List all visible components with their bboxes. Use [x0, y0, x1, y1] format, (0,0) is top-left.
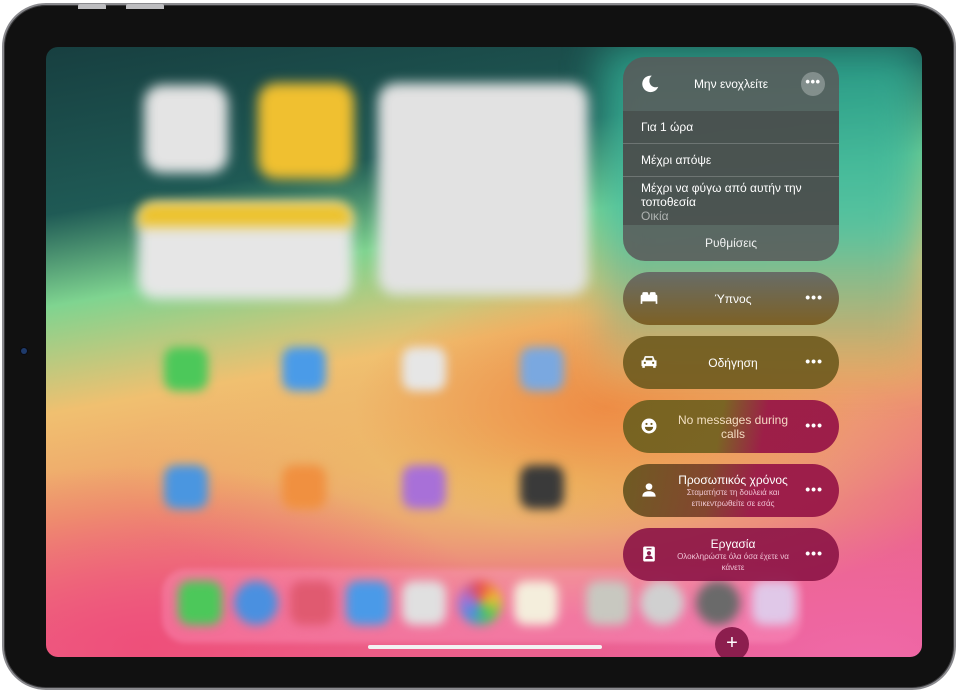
- do-not-disturb-header[interactable]: Μην ενοχλείτε •••: [623, 57, 839, 111]
- focus-mode-subtitle: Ολοκληρώστε όλα όσα έχετε να κάνετε: [677, 551, 789, 572]
- clock-widget: [144, 85, 228, 173]
- focus-mode-sleep[interactable]: Ύπνος •••: [623, 272, 839, 325]
- focus-mode-personal[interactable]: Προσωπικός χρόνος Σταματήστε τη δουλειά …: [623, 464, 839, 517]
- dock-icon-recent-2[interactable]: [640, 581, 684, 625]
- app-icon-facetime[interactable]: [164, 347, 208, 391]
- top-button: [126, 4, 164, 9]
- focus-mode-title: Εργασία: [710, 536, 756, 551]
- dnd-option-until-tonight[interactable]: Μέχρι απόψε: [623, 144, 839, 177]
- more-options-button[interactable]: •••: [805, 290, 823, 304]
- focus-mode-title: Οδήγηση: [708, 355, 758, 370]
- app-icon-files[interactable]: [282, 347, 326, 391]
- mail-widget: [378, 83, 588, 295]
- focus-mode-subtitle: Σταματήστε τη δουλειά και επικεντρωθείτε…: [686, 487, 780, 508]
- person-icon: [642, 483, 656, 497]
- focus-mode-title: Ύπνος: [714, 291, 752, 306]
- notes-widget: [258, 83, 354, 179]
- home-screen: Μην ενοχλείτε ••• Για 1 ώρα Μέχρι απόψε …: [46, 47, 922, 657]
- dnd-option-until-leave-location[interactable]: Μέχρι να φύγω από αυτήν την τοποθεσία Οι…: [623, 177, 839, 225]
- add-focus-button[interactable]: +: [715, 627, 749, 657]
- dock-icon-safari[interactable]: [234, 581, 278, 625]
- more-options-button[interactable]: •••: [805, 354, 823, 368]
- option-label: Μέχρι να φύγω από αυτήν την τοποθεσία: [641, 181, 802, 209]
- dock-icon-music[interactable]: [290, 581, 334, 625]
- option-sublabel: Οικία: [641, 209, 669, 223]
- dnd-option-one-hour[interactable]: Για 1 ώρα: [623, 111, 839, 144]
- focus-mode-work[interactable]: Εργασία Ολοκληρώστε όλα όσα έχετε να κάν…: [623, 528, 839, 581]
- focus-mode-title: No messages during calls: [677, 412, 789, 441]
- more-options-button[interactable]: •••: [805, 546, 823, 560]
- app-icon-books[interactable]: [282, 465, 326, 509]
- focus-mode-driving[interactable]: Οδήγηση •••: [623, 336, 839, 389]
- dock-icon-messages[interactable]: [178, 581, 222, 625]
- focus-mode-title: Προσωπικός χρόνος: [678, 472, 788, 487]
- dock-icon-recent-3[interactable]: [752, 581, 796, 625]
- id-badge-icon: [643, 546, 655, 562]
- dock-icon-recent-1[interactable]: [586, 581, 630, 625]
- more-options-button[interactable]: •••: [801, 72, 825, 96]
- front-camera: [21, 348, 27, 354]
- top-button: [78, 4, 106, 9]
- app-icon-podcasts[interactable]: [402, 465, 446, 509]
- dock-icon-photos[interactable]: [458, 581, 502, 625]
- app-icon-tv[interactable]: [520, 465, 564, 509]
- app-icon-appstore[interactable]: [164, 465, 208, 509]
- dnd-duration-options: Για 1 ώρα Μέχρι απόψε Μέχρι να φύγω από …: [623, 111, 839, 225]
- reminders-widget-header: [138, 203, 352, 227]
- do-not-disturb-card[interactable]: Μην ενοχλείτε ••• Για 1 ώρα Μέχρι απόψε …: [623, 57, 839, 261]
- dock-icon-mail[interactable]: [346, 581, 390, 625]
- dock-icon-notes[interactable]: [514, 581, 558, 625]
- ipad-frame: Μην ενοχλείτε ••• Για 1 ώρα Μέχρι απόψε …: [2, 3, 956, 690]
- option-label: Μέχρι απόψε: [641, 153, 712, 167]
- dock-icon-freeform[interactable]: [402, 581, 446, 625]
- option-label: Για 1 ώρα: [641, 120, 694, 134]
- car-icon: [641, 356, 657, 368]
- more-options-button[interactable]: •••: [805, 482, 823, 496]
- focus-mode-no-messages[interactable]: No messages during calls •••: [623, 400, 839, 453]
- smiley-icon: [641, 418, 657, 434]
- settings-button[interactable]: Ρυθμίσεις: [623, 225, 839, 261]
- more-options-button[interactable]: •••: [805, 418, 823, 432]
- bed-icon: [640, 292, 658, 304]
- app-icon-calendar[interactable]: [402, 347, 446, 391]
- app-icon-maps[interactable]: [520, 347, 564, 391]
- dock-icon-settings[interactable]: [696, 581, 740, 625]
- home-indicator[interactable]: [368, 645, 602, 649]
